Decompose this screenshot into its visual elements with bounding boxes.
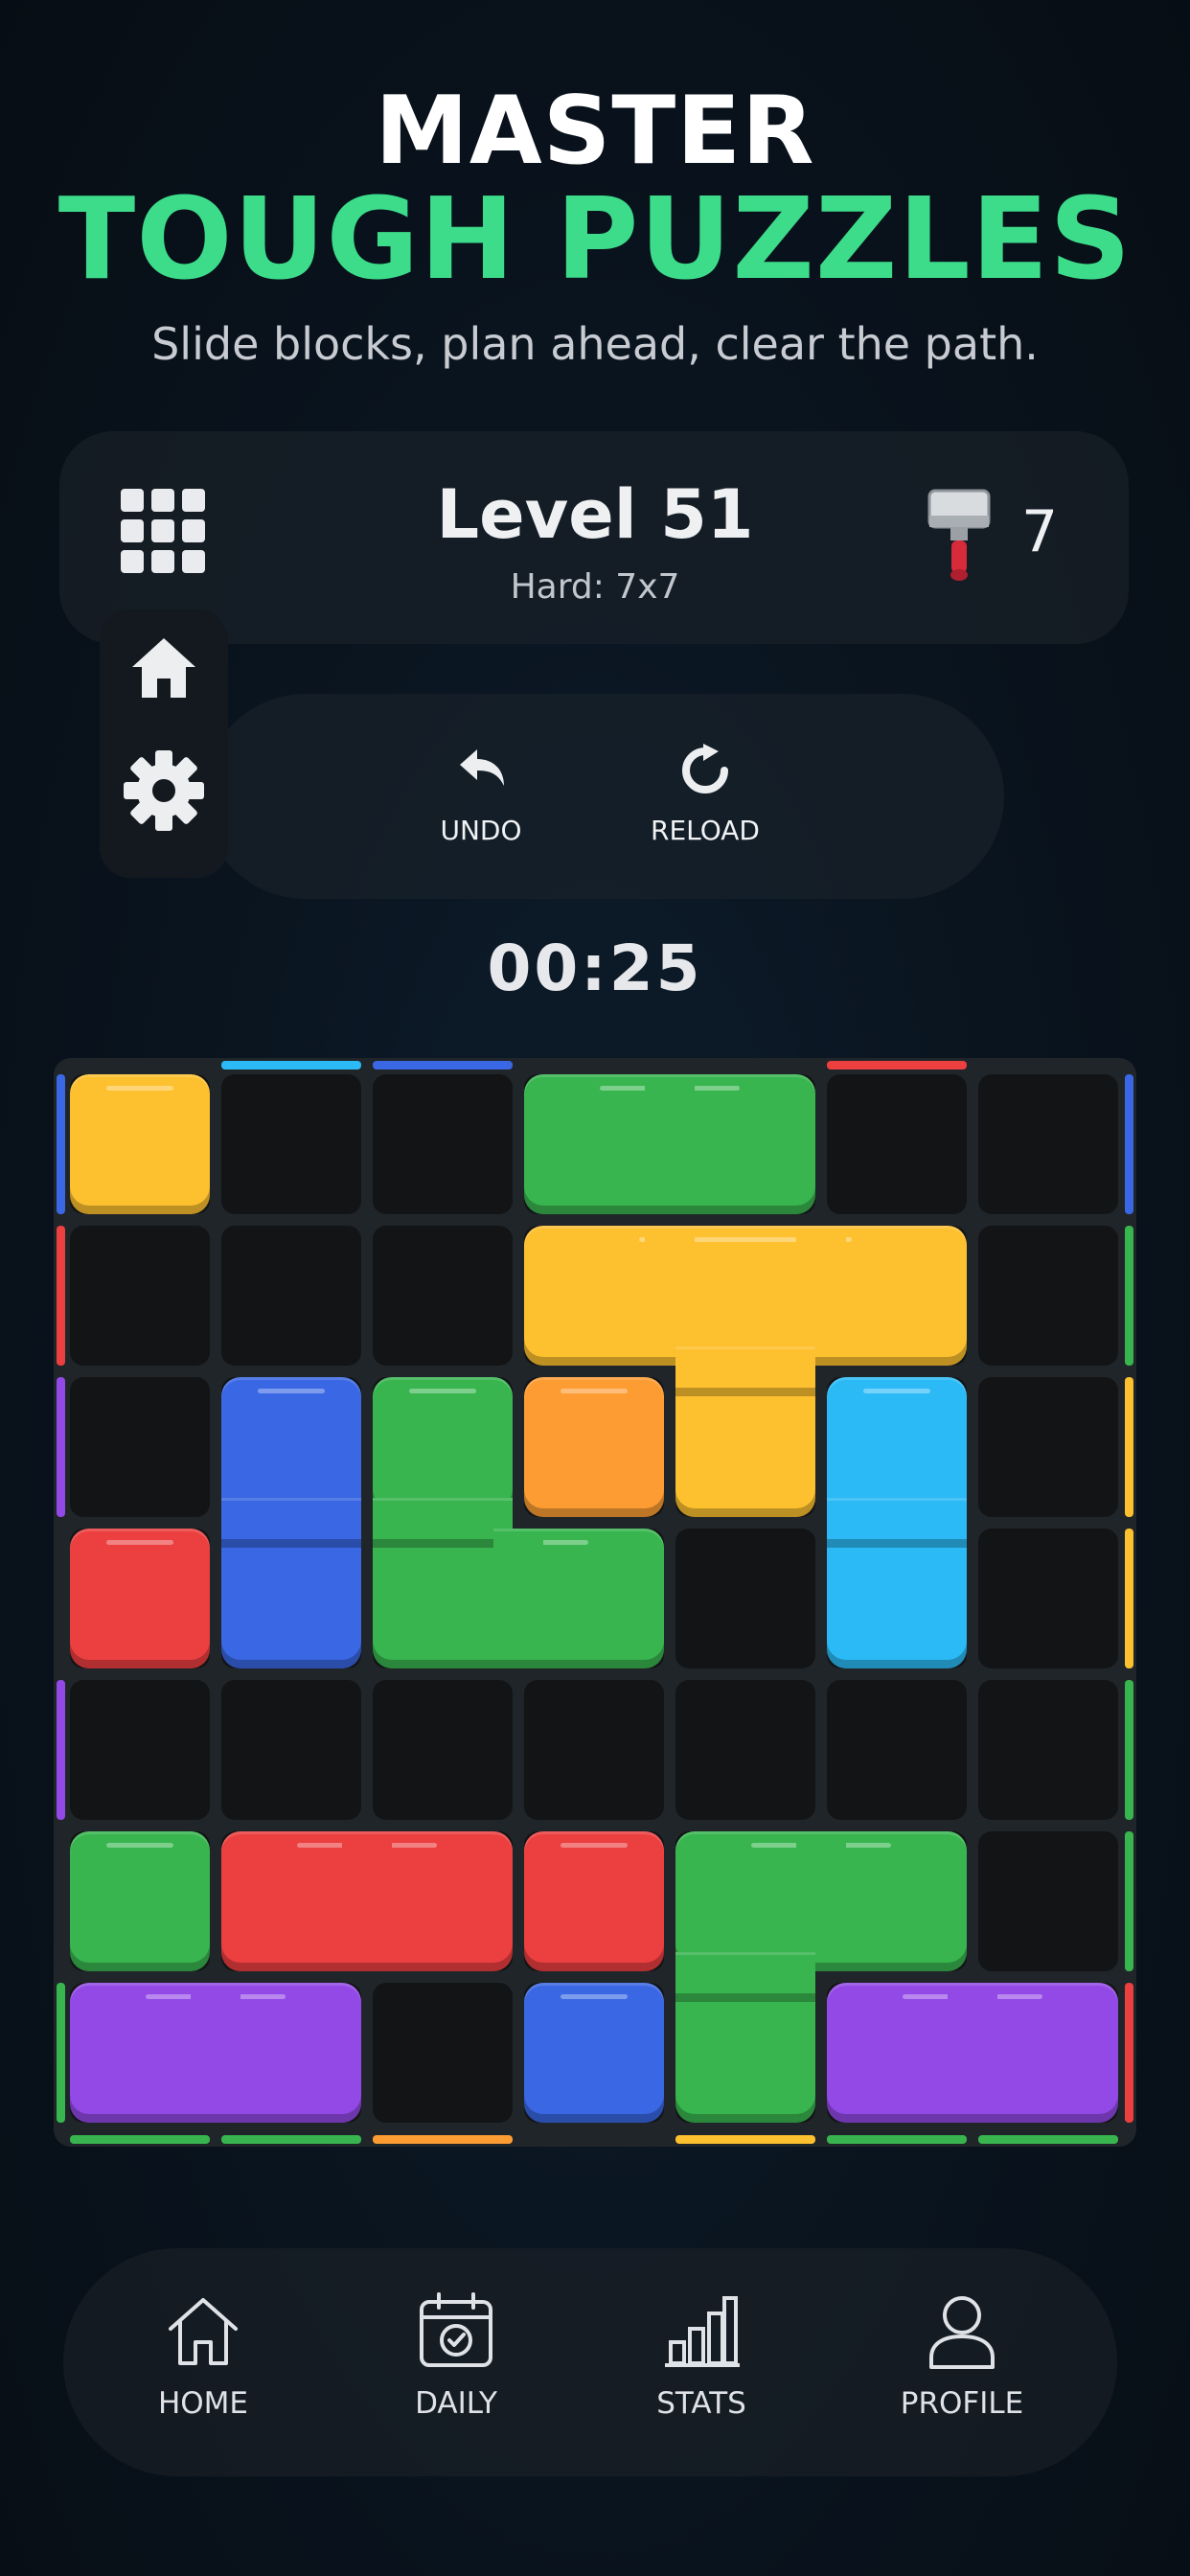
exit-right-yellow xyxy=(1125,1529,1133,1668)
tools-panel xyxy=(203,694,1004,899)
exit-right-blue xyxy=(1125,1074,1133,1214)
reload-button[interactable]: RELOAD xyxy=(629,744,782,846)
level-title: Level 51 xyxy=(436,475,754,554)
block-yellow[interactable] xyxy=(524,1226,967,1366)
exit-bottom-yellow xyxy=(675,2135,815,2144)
board-cell xyxy=(827,1074,967,1214)
exit-right-green xyxy=(1125,1680,1133,1820)
exit-right-yellow xyxy=(1125,1377,1133,1517)
hammer-icon[interactable] xyxy=(926,487,993,583)
reload-icon xyxy=(682,744,728,794)
level-difficulty: Hard: 7x7 xyxy=(510,567,680,607)
user-icon xyxy=(929,2296,995,2369)
block-red[interactable] xyxy=(70,1529,210,1668)
exit-bottom-green xyxy=(70,2135,210,2144)
block-green[interactable] xyxy=(70,1831,210,1971)
board-cell xyxy=(827,1680,967,1820)
block-joint xyxy=(373,1498,513,1548)
block-joint xyxy=(796,1831,846,1971)
game-board xyxy=(54,1058,1136,2147)
block-joint xyxy=(827,1498,967,1548)
nav-profile[interactable]: PROFILE xyxy=(876,2290,1048,2421)
board-cell xyxy=(978,1074,1118,1214)
board-cell xyxy=(373,1983,513,2123)
exit-top-blue xyxy=(373,1061,513,1070)
exit-left-purple xyxy=(57,1680,65,1820)
nav-home-label: HOME xyxy=(157,2386,249,2421)
block-joint xyxy=(493,1529,543,1668)
board-cell xyxy=(978,1377,1118,1517)
board-cell xyxy=(373,1074,513,1214)
block-yellow[interactable] xyxy=(70,1074,210,1214)
nav-daily-label: DAILY xyxy=(415,2386,497,2421)
board-cell xyxy=(978,1680,1118,1820)
exit-bottom-green xyxy=(978,2135,1118,2144)
grid-menu-icon[interactable] xyxy=(121,489,205,573)
gear-icon[interactable] xyxy=(123,749,205,832)
exit-left-green xyxy=(57,1983,65,2123)
hero-subtitle: Slide blocks, plan ahead, clear the path… xyxy=(151,318,1039,370)
nav-profile-label: PROFILE xyxy=(900,2386,1024,2421)
block-joint xyxy=(221,1498,361,1548)
undo-label: UNDO xyxy=(440,815,522,846)
block-joint xyxy=(675,1952,815,2002)
hero-title-line2: TOUGH PUZZLES xyxy=(57,172,1133,305)
nav-stats-label: STATS xyxy=(656,2386,746,2421)
board-cell xyxy=(221,1226,361,1366)
exit-top-cyan xyxy=(221,1061,361,1070)
nav-stats[interactable]: STATS xyxy=(615,2290,788,2421)
board-cell xyxy=(221,1074,361,1214)
exit-left-blue xyxy=(57,1074,65,1214)
home-outline-icon xyxy=(169,2298,238,2365)
exit-left-purple xyxy=(57,1377,65,1517)
block-joint xyxy=(796,1226,846,1366)
block-joint xyxy=(342,1831,392,1971)
calendar-check-icon xyxy=(420,2292,492,2367)
exit-bottom-orange xyxy=(373,2135,513,2144)
exit-right-green xyxy=(1125,1226,1133,1366)
board-cell xyxy=(221,1680,361,1820)
hammer-count: 7 xyxy=(1021,498,1059,565)
reload-label: RELOAD xyxy=(650,815,760,846)
nav-daily[interactable]: DAILY xyxy=(370,2290,542,2421)
board-cell xyxy=(978,1831,1118,1971)
exit-left-red xyxy=(57,1226,65,1366)
board-cell xyxy=(373,1226,513,1366)
home-icon[interactable] xyxy=(128,632,199,703)
bar-chart-icon xyxy=(665,2296,740,2367)
block-orange[interactable] xyxy=(524,1377,664,1517)
block-red[interactable] xyxy=(524,1831,664,1971)
block-blue[interactable] xyxy=(524,1983,664,2123)
timer: 00:25 xyxy=(487,932,703,1005)
board-cell xyxy=(70,1377,210,1517)
block-joint xyxy=(675,1346,815,1396)
block-yellow[interactable] xyxy=(675,1377,815,1517)
exit-bottom-green xyxy=(827,2135,967,2144)
board-cell xyxy=(675,1680,815,1820)
exit-right-red xyxy=(1125,1983,1133,2123)
exit-right-green xyxy=(1125,1831,1133,1971)
nav-home[interactable]: HOME xyxy=(117,2290,289,2421)
hero-title-line1: MASTER xyxy=(375,77,815,186)
board-cell xyxy=(978,1529,1118,1668)
block-joint xyxy=(948,1983,997,2123)
exit-top-red xyxy=(827,1061,967,1070)
block-joint xyxy=(191,1983,240,2123)
board-cell xyxy=(70,1680,210,1820)
exit-bottom-green xyxy=(221,2135,361,2144)
block-green[interactable] xyxy=(373,1377,513,1517)
board-cell xyxy=(70,1226,210,1366)
block-joint xyxy=(645,1074,695,1214)
block-joint xyxy=(645,1226,695,1366)
undo-icon xyxy=(460,749,504,786)
undo-button[interactable]: UNDO xyxy=(404,744,558,846)
board-cell xyxy=(675,1529,815,1668)
board-cell xyxy=(978,1226,1118,1366)
block-green[interactable] xyxy=(675,1983,815,2123)
board-cell xyxy=(524,1680,664,1820)
board-cell xyxy=(373,1680,513,1820)
